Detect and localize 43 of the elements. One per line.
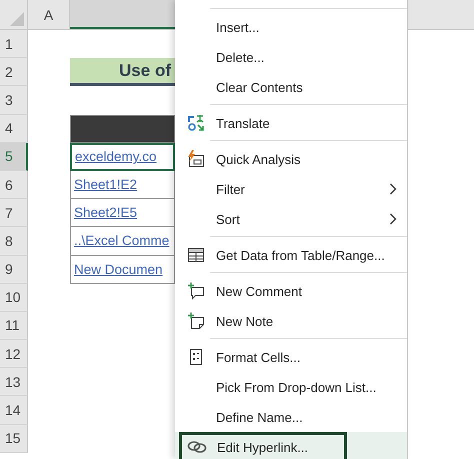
row-header[interactable]: 15 [0,424,28,453]
row-header[interactable]: 8 [0,227,28,256]
menu-item[interactable]: Clear Contents [175,72,407,102]
new-comment-icon [187,282,205,300]
hyperlink[interactable]: Sheet1!E2 [74,177,138,192]
menu-item[interactable]: Get Data from Table/Range... [175,240,407,270]
translate-icon [187,114,205,132]
table-icon [187,246,205,264]
row-header[interactable]: 3 [0,86,28,115]
row-header[interactable]: 7 [0,199,28,228]
row-header[interactable]: 14 [0,396,28,425]
menu-item[interactable]: Sort [175,204,407,234]
row-header[interactable]: 4 [0,114,28,143]
link-icon [187,439,207,455]
menu-item[interactable]: Pick From Drop-down List... [175,372,407,402]
row-header[interactable]: 2 [0,58,28,86]
menu-item[interactable]: New Comment [175,276,407,306]
hyperlink[interactable]: ..\Excel Comme [74,233,170,248]
hyperlink[interactable]: Sheet2!E5 [74,205,138,220]
row-header[interactable]: 11 [0,312,28,340]
quick-analysis-icon [187,150,205,168]
menu-item[interactable]: Delete... [175,42,407,72]
row-header[interactable]: 13 [0,368,28,396]
menu-item[interactable]: Filter [175,174,407,204]
row-header[interactable]: 5 [0,142,28,171]
row-header[interactable]: 6 [0,170,28,200]
row-header[interactable]: 9 [0,256,28,284]
hyperlink[interactable]: New Documen [74,262,163,277]
title-cell: Use of [70,58,175,86]
menu-item[interactable]: Insert... [175,12,407,42]
new-note-icon [187,312,205,330]
row-header[interactable]: 1 [0,30,28,58]
row-header[interactable]: 12 [0,340,28,368]
menu-item[interactable]: Edit Hyperlink... [175,432,407,459]
menu-item[interactable]: Format Cells... [175,342,407,372]
format-cells-icon [187,348,205,366]
hyperlink-cell[interactable]: exceldemy.co [70,142,175,171]
menu-item[interactable]: Define Name... [175,402,407,432]
menu-item[interactable]: Translate [175,108,407,138]
hyperlink[interactable]: exceldemy.co [75,149,157,164]
menu-item[interactable]: Quick Analysis [175,144,407,174]
menu-item[interactable]: New Note [175,306,407,336]
row-header[interactable]: 10 [0,284,28,312]
